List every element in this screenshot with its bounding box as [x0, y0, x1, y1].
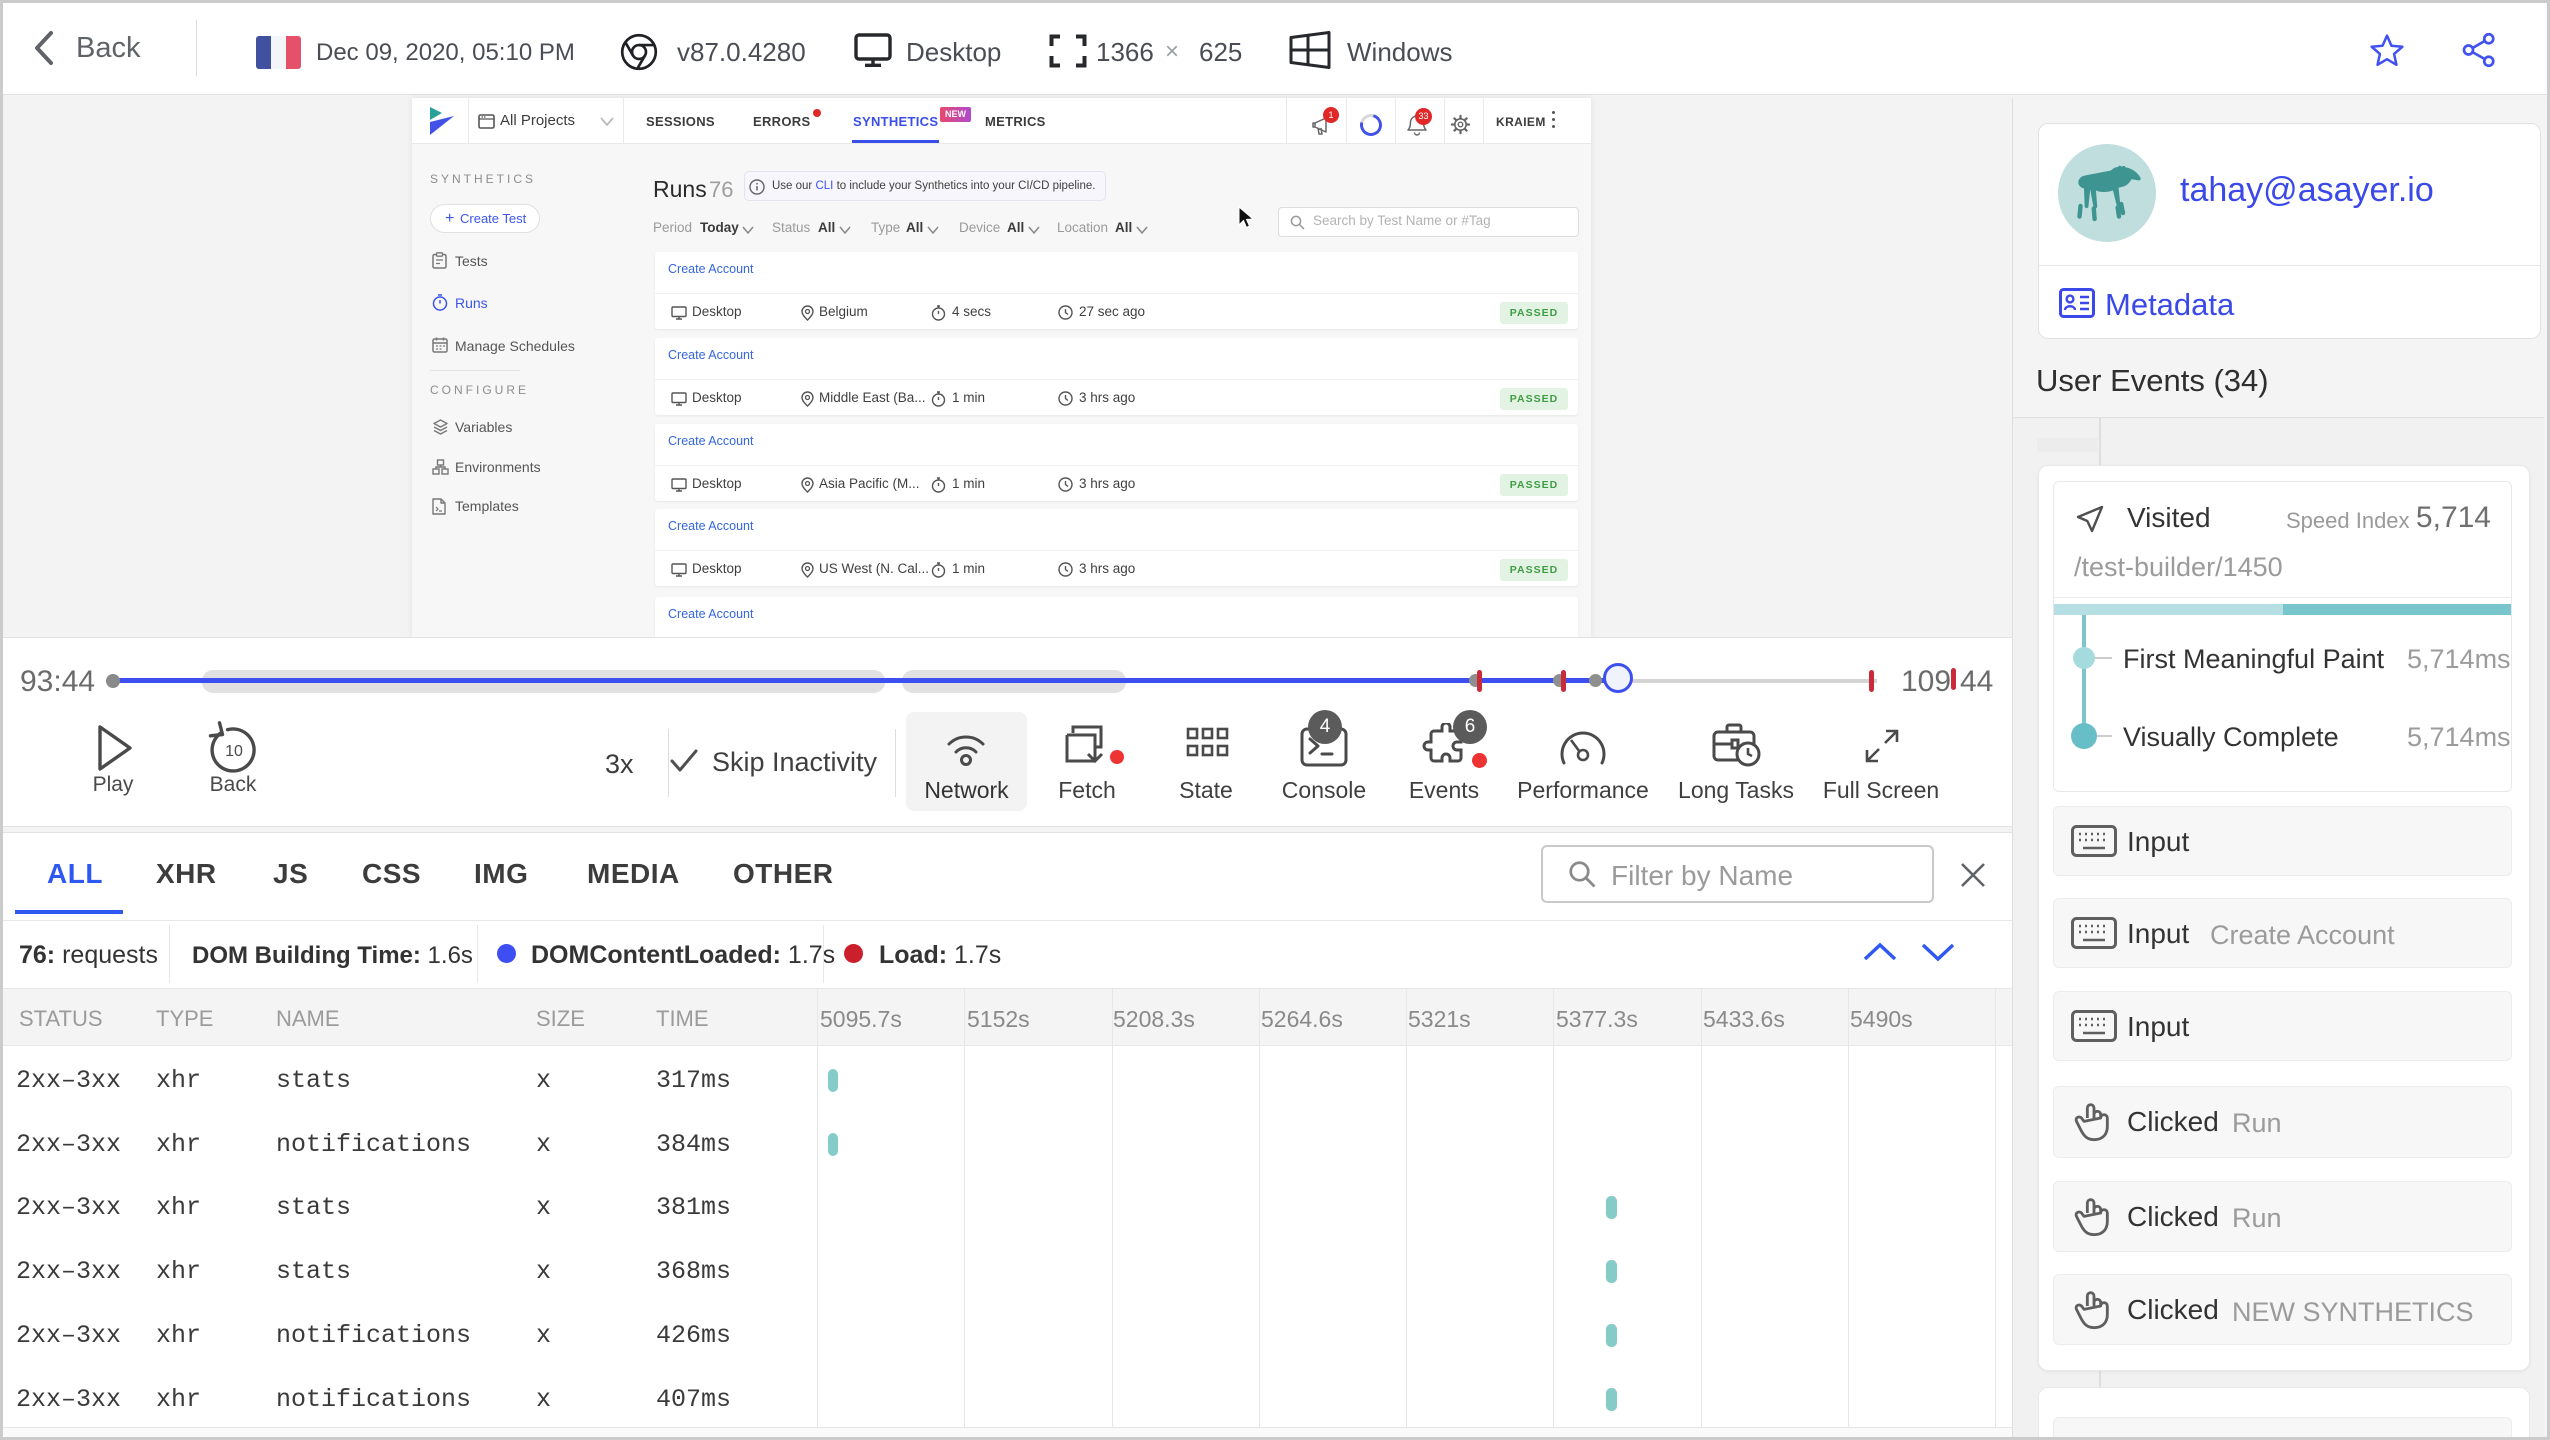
svg-text:10: 10: [225, 743, 243, 760]
